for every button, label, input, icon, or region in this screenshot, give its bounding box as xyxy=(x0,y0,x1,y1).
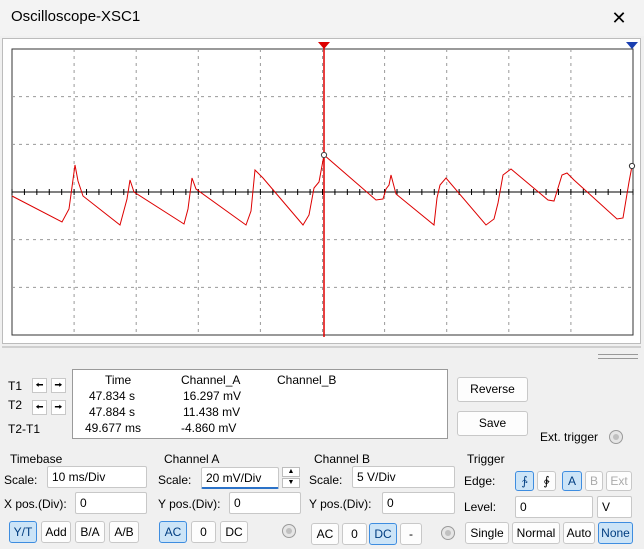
timebase-xpos-field[interactable]: 0 xyxy=(75,492,147,514)
t2-label: T2 xyxy=(8,398,23,412)
splitter[interactable] xyxy=(2,346,641,348)
trigger-title: Trigger xyxy=(467,452,505,466)
scope-screen xyxy=(11,42,638,337)
cursor-t1-handle xyxy=(318,42,330,49)
cursor-readout-table: Time Channel_A Channel_B 47.834 s 16.297… xyxy=(72,369,448,439)
mode-yt-button[interactable]: Y/T xyxy=(9,521,37,543)
scope-display xyxy=(2,38,641,344)
cursor-t2-handle xyxy=(626,42,638,49)
row-delta-time: 49.677 ms xyxy=(85,421,142,435)
t2-right-arrow-icon[interactable]: 🠪 xyxy=(51,400,66,415)
channel-a-ypos-field[interactable]: 0 xyxy=(229,492,301,514)
trigger-source-ext-button[interactable]: Ext xyxy=(606,471,632,491)
trigger-auto-button[interactable]: Auto xyxy=(563,522,595,544)
mode-ba-button[interactable]: B/A xyxy=(75,521,105,543)
trigger-normal-button[interactable]: Normal xyxy=(512,522,560,544)
channel-a-terminal[interactable] xyxy=(282,524,296,538)
row-delta-channel-a: -4.860 mV xyxy=(181,421,237,435)
channel-b-dc-button[interactable]: DC xyxy=(369,523,397,545)
cursor-t2-marker xyxy=(628,162,636,170)
window-title: Oscilloscope-XSC1 xyxy=(11,8,141,25)
channel-b-ypos-field[interactable]: 0 xyxy=(382,492,455,514)
channel-b-title: Channel B xyxy=(314,452,371,466)
channel-a-ypos-label: Y pos.(Div): xyxy=(158,497,221,511)
t2-left-arrow-icon[interactable]: 🠨 xyxy=(32,400,47,415)
channel-b-zero-button[interactable]: 0 xyxy=(342,523,367,545)
scale-up-icon[interactable]: ▲ xyxy=(282,467,300,477)
scale-down-icon[interactable]: ▼ xyxy=(282,478,300,488)
mode-add-button[interactable]: Add xyxy=(41,521,71,543)
timebase-scale-label: Scale: xyxy=(4,473,38,487)
trigger-none-button[interactable]: None xyxy=(598,522,633,544)
save-button[interactable]: Save xyxy=(457,411,528,436)
trigger-level-field[interactable]: 0 xyxy=(515,496,593,518)
close-icon[interactable]: ✕ xyxy=(606,6,632,30)
channel-b-ypos-label: Y pos.(Div): xyxy=(309,497,372,511)
trigger-single-button[interactable]: Single xyxy=(465,522,509,544)
t1-label: T1 xyxy=(8,379,23,393)
timebase-scale-field[interactable]: 10 ms/Div xyxy=(47,466,147,488)
channel-b-scale-field[interactable]: 5 V/Div xyxy=(352,466,455,488)
channel-a-ac-button[interactable]: AC xyxy=(159,521,187,543)
trigger-source-a-button[interactable]: A xyxy=(562,471,582,491)
cursor-t1-marker xyxy=(320,151,328,159)
t1-left-arrow-icon[interactable]: 🠨 xyxy=(32,378,47,393)
row-t1-channel-a: 16.297 mV xyxy=(183,389,242,403)
trigger-edge-label: Edge: xyxy=(464,474,496,488)
mode-ab-button[interactable]: A/B xyxy=(109,521,139,543)
row-t1-time: 47.834 s xyxy=(89,389,136,403)
row-t2-time: 47.884 s xyxy=(89,405,136,419)
channel-a-dc-button[interactable]: DC xyxy=(220,521,248,543)
ext-trigger-label: Ext. trigger xyxy=(540,430,599,444)
channel-a-title: Channel A xyxy=(164,452,220,466)
channel-b-minus-button[interactable]: - xyxy=(400,523,422,545)
falling-edge-icon[interactable]: ∲ xyxy=(537,471,556,491)
timebase-title: Timebase xyxy=(10,452,63,466)
t1-right-arrow-icon[interactable]: 🠪 xyxy=(51,378,66,393)
channel-a-zero-button[interactable]: 0 xyxy=(191,521,216,543)
trigger-level-unit[interactable]: V xyxy=(597,496,632,518)
channel-b-terminal[interactable] xyxy=(441,526,455,540)
timebase-xpos-label: X pos.(Div): xyxy=(4,497,67,511)
trigger-level-label: Level: xyxy=(464,500,497,514)
header-channel-b: Channel_B xyxy=(277,373,337,387)
row-t2-channel-a: 11.438 mV xyxy=(183,405,241,419)
rising-edge-icon[interactable]: ∱ xyxy=(515,471,534,491)
channel-a-scale-field[interactable]: 20 mV/Div xyxy=(201,467,279,489)
ext-trigger-terminal[interactable] xyxy=(609,430,623,444)
header-channel-a: Channel_A xyxy=(181,373,241,387)
channel-b-scale-label: Scale: xyxy=(309,473,343,487)
t2t1-label: T2-T1 xyxy=(8,422,41,436)
header-time: Time xyxy=(105,373,132,387)
reverse-button[interactable]: Reverse xyxy=(457,377,528,402)
channel-a-scale-label: Scale: xyxy=(158,473,192,487)
trigger-source-b-button[interactable]: B xyxy=(585,471,603,491)
resize-grip[interactable] xyxy=(598,354,638,359)
channel-b-ac-button[interactable]: AC xyxy=(311,523,339,545)
